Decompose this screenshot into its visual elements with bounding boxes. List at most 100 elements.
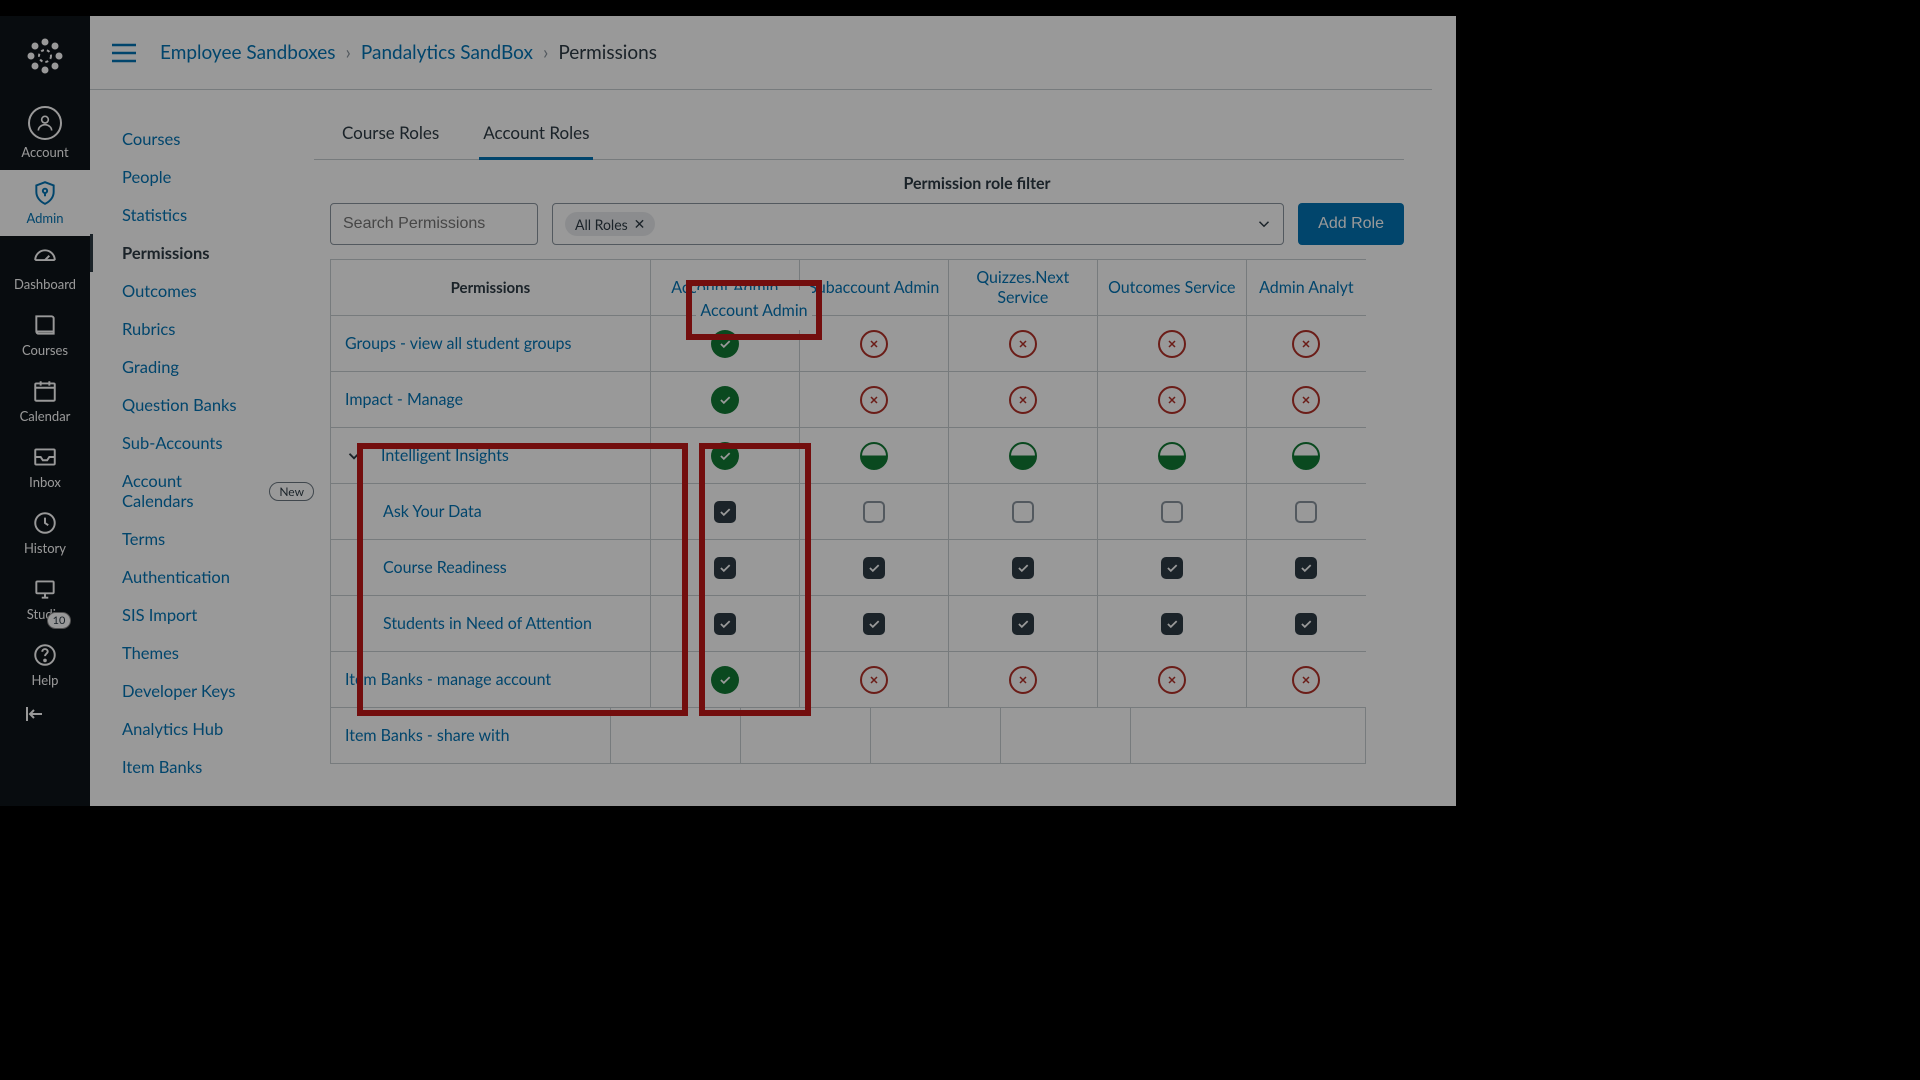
checkbox-checked[interactable]	[863, 557, 885, 579]
state-disabled[interactable]	[1009, 386, 1037, 414]
sidebar-item-account-calendars[interactable]: Account CalendarsNew	[90, 462, 314, 520]
sidebar-item-authentication[interactable]: Authentication	[90, 558, 314, 596]
checkbox-unchecked[interactable]	[1012, 501, 1034, 523]
state-disabled[interactable]	[1292, 330, 1320, 358]
checkbox-checked[interactable]	[1295, 613, 1317, 635]
checkbox-unchecked[interactable]	[1295, 501, 1317, 523]
sidebar-item-themes[interactable]: Themes	[90, 634, 314, 672]
role-header-2[interactable]: Quizzes.Next Service	[949, 260, 1098, 315]
state-partial[interactable]	[860, 442, 888, 470]
checkbox-checked[interactable]	[1012, 613, 1034, 635]
role-header-4[interactable]: Admin Analyt	[1247, 260, 1366, 315]
checkbox-checked[interactable]	[863, 613, 885, 635]
sidebar-item-question-banks[interactable]: Question Banks	[90, 386, 314, 424]
sidebar-item-terms[interactable]: Terms	[90, 520, 314, 558]
nav-calendar[interactable]: Calendar	[0, 368, 90, 434]
state-disabled[interactable]	[1009, 330, 1037, 358]
permission-label[interactable]: Course Readiness	[331, 540, 651, 595]
breadcrumb-2[interactable]: Pandalytics SandBox	[361, 41, 533, 64]
inbox-icon	[32, 444, 58, 470]
canvas-logo[interactable]	[23, 34, 67, 78]
permission-cell	[651, 372, 800, 427]
sidebar-item-sub-accounts[interactable]: Sub-Accounts	[90, 424, 314, 462]
state-enabled[interactable]	[711, 666, 739, 694]
state-partial[interactable]	[1158, 442, 1186, 470]
state-enabled[interactable]	[711, 386, 739, 414]
checkbox-checked[interactable]	[1295, 557, 1317, 579]
search-input[interactable]	[343, 215, 550, 233]
state-disabled[interactable]	[860, 330, 888, 358]
state-partial[interactable]	[1009, 442, 1037, 470]
chevron-down-icon[interactable]	[345, 447, 363, 465]
tab-account-roles[interactable]: Account Roles	[479, 114, 593, 160]
role-header-3[interactable]: Outcomes Service	[1098, 260, 1247, 315]
permission-label[interactable]: Groups - view all student groups	[331, 316, 651, 371]
state-partial[interactable]	[1292, 442, 1320, 470]
sidebar-item-item-banks[interactable]: Item Banks	[90, 748, 314, 786]
checkbox-checked[interactable]	[714, 557, 736, 579]
nav-history[interactable]: History	[0, 500, 90, 566]
nav-studio[interactable]: Studio	[0, 566, 90, 632]
nav-dashboard[interactable]: Dashboard	[0, 236, 90, 302]
checkbox-checked[interactable]	[1161, 613, 1183, 635]
breadcrumb-1[interactable]: Employee Sandboxes	[160, 41, 336, 64]
sidebar-item-outcomes[interactable]: Outcomes	[90, 272, 314, 310]
nav-admin[interactable]: Admin	[0, 170, 90, 236]
permission-label[interactable]: Ask Your Data	[331, 484, 651, 539]
state-disabled[interactable]	[1158, 330, 1186, 358]
nav-help-label: Help	[32, 672, 59, 688]
state-disabled[interactable]	[1292, 666, 1320, 694]
nav-help[interactable]: 10 Help	[0, 632, 90, 698]
sidebar-item-sis-import[interactable]: SIS Import	[90, 596, 314, 634]
add-role-button[interactable]: Add Role	[1298, 203, 1404, 245]
sidebar-item-courses[interactable]: Courses	[90, 120, 314, 158]
permission-label[interactable]: Impact - Manage	[331, 372, 651, 427]
state-disabled[interactable]	[1158, 666, 1186, 694]
collapse-nav[interactable]	[0, 702, 90, 736]
permission-cell	[800, 540, 949, 595]
state-disabled[interactable]	[1158, 386, 1186, 414]
permission-label[interactable]: Students in Need of Attention	[331, 596, 651, 651]
nav-inbox[interactable]: Inbox	[0, 434, 90, 500]
checkbox-unchecked[interactable]	[1161, 501, 1183, 523]
permission-label[interactable]: Item Banks - share with	[331, 708, 611, 763]
role-header-0[interactable]: Account Admin	[651, 260, 800, 315]
sidebar-item-analytics-hub[interactable]: Analytics Hub	[90, 710, 314, 748]
sidebar-item-permissions[interactable]: Permissions	[90, 234, 314, 272]
sidebar-item-grading[interactable]: Grading	[90, 348, 314, 386]
permission-cell	[1131, 708, 1235, 763]
role-header-1[interactable]: Subaccount Admin	[800, 260, 949, 315]
hamburger-button[interactable]	[110, 42, 138, 64]
role-filter-select[interactable]: All Roles ✕	[552, 203, 1284, 245]
permission-cell	[949, 540, 1098, 595]
checkbox-checked[interactable]	[714, 501, 736, 523]
sidebar-item-developer-keys[interactable]: Developer Keys	[90, 672, 314, 710]
state-disabled[interactable]	[860, 386, 888, 414]
permission-label[interactable]: Item Banks - manage account	[331, 652, 651, 707]
role-chip[interactable]: All Roles ✕	[565, 212, 655, 236]
sidebar-item-statistics[interactable]: Statistics	[90, 196, 314, 234]
state-disabled[interactable]	[1009, 666, 1037, 694]
search-permissions[interactable]	[330, 203, 538, 245]
checkbox-checked[interactable]	[1012, 557, 1034, 579]
nav-account[interactable]: Account	[0, 96, 90, 170]
hamburger-icon	[110, 42, 138, 64]
nav-history-label: History	[24, 540, 66, 556]
state-enabled[interactable]	[711, 442, 739, 470]
close-icon[interactable]: ✕	[634, 215, 646, 233]
state-enabled[interactable]	[711, 330, 739, 358]
permission-cell	[949, 372, 1098, 427]
table-row: Impact - Manage	[331, 372, 1366, 428]
tab-course-roles[interactable]: Course Roles	[338, 114, 443, 159]
nav-courses[interactable]: Courses	[0, 302, 90, 368]
checkbox-checked[interactable]	[714, 613, 736, 635]
new-pill: New	[269, 482, 314, 501]
permission-cell	[1098, 316, 1247, 371]
checkbox-unchecked[interactable]	[863, 501, 885, 523]
state-disabled[interactable]	[1292, 386, 1320, 414]
sidebar-item-people[interactable]: People	[90, 158, 314, 196]
permission-label[interactable]: Intelligent Insights	[331, 428, 651, 483]
sidebar-item-rubrics[interactable]: Rubrics	[90, 310, 314, 348]
state-disabled[interactable]	[860, 666, 888, 694]
checkbox-checked[interactable]	[1161, 557, 1183, 579]
